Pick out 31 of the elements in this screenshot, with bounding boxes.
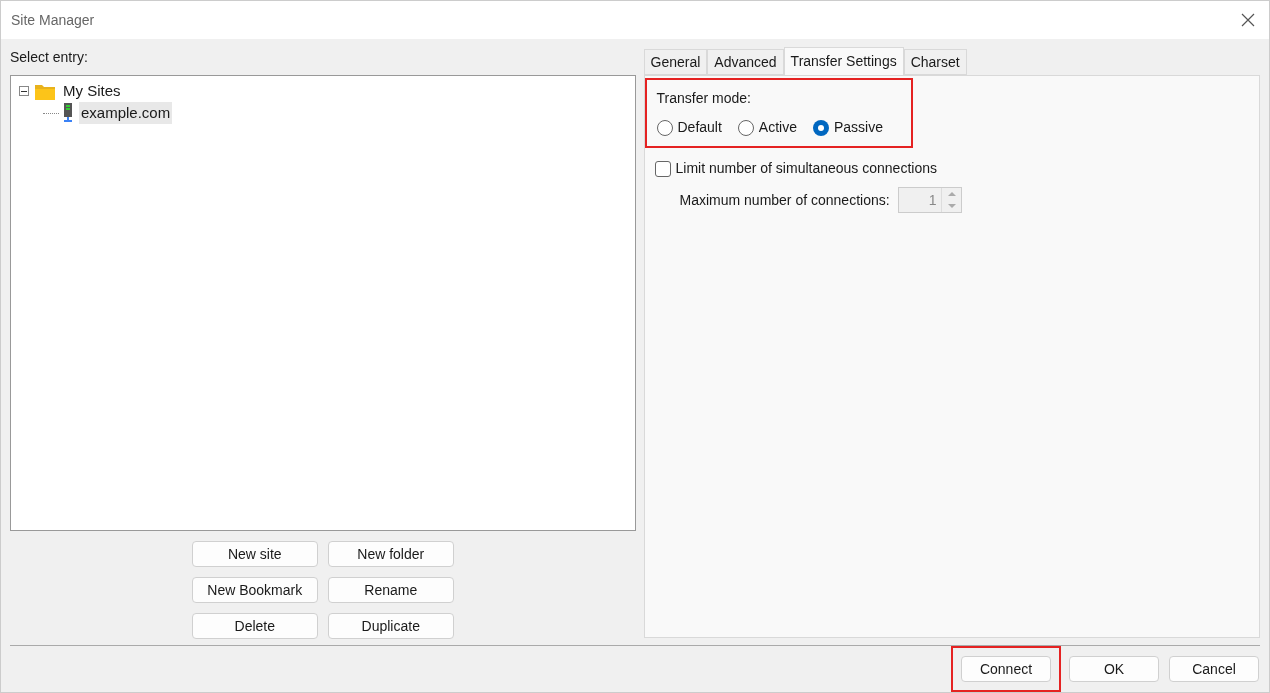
transfer-mode-label: Transfer mode:: [656, 89, 752, 108]
action-button[interactable]: Duplicate: [327, 613, 454, 639]
radio-label: Default: [677, 118, 722, 137]
server-icon: [63, 103, 73, 123]
radio-button[interactable]: [656, 119, 673, 136]
action-button[interactable]: New Bookmark: [191, 577, 318, 603]
radio-button[interactable]: [813, 119, 829, 136]
window-title: Site Manager: [11, 10, 95, 30]
tab[interactable]: Transfer Settings: [783, 47, 904, 75]
action-button[interactable]: Delete: [191, 613, 318, 639]
action-button[interactable]: Connect: [961, 656, 1051, 682]
tab[interactable]: General: [643, 49, 708, 75]
action-button[interactable]: New folder: [327, 541, 454, 567]
action-button[interactable]: Cancel: [1169, 656, 1259, 682]
tree-item[interactable]: My Sites: [61, 79, 123, 103]
radio-label: Passive: [834, 118, 883, 137]
action-button[interactable]: OK: [1069, 656, 1159, 682]
max-connections-label: Maximum number of connections:: [679, 190, 890, 210]
checkbox[interactable]: [654, 160, 671, 177]
checkbox-label: Limit number of simultaneous connections: [675, 159, 937, 178]
close-icon[interactable]: [1241, 13, 1255, 27]
select-entry-label: Select entry:: [10, 48, 89, 67]
radio-button[interactable]: [737, 119, 754, 136]
action-button[interactable]: Rename: [327, 577, 454, 603]
tab[interactable]: Charset: [903, 49, 967, 75]
folder-icon: [35, 82, 55, 100]
collapse-toggle[interactable]: [19, 86, 29, 96]
tree-item[interactable]: example.com: [79, 101, 173, 125]
tab[interactable]: Advanced: [707, 49, 784, 75]
radio-label: Active: [758, 118, 797, 137]
action-button[interactable]: New site: [191, 541, 318, 567]
